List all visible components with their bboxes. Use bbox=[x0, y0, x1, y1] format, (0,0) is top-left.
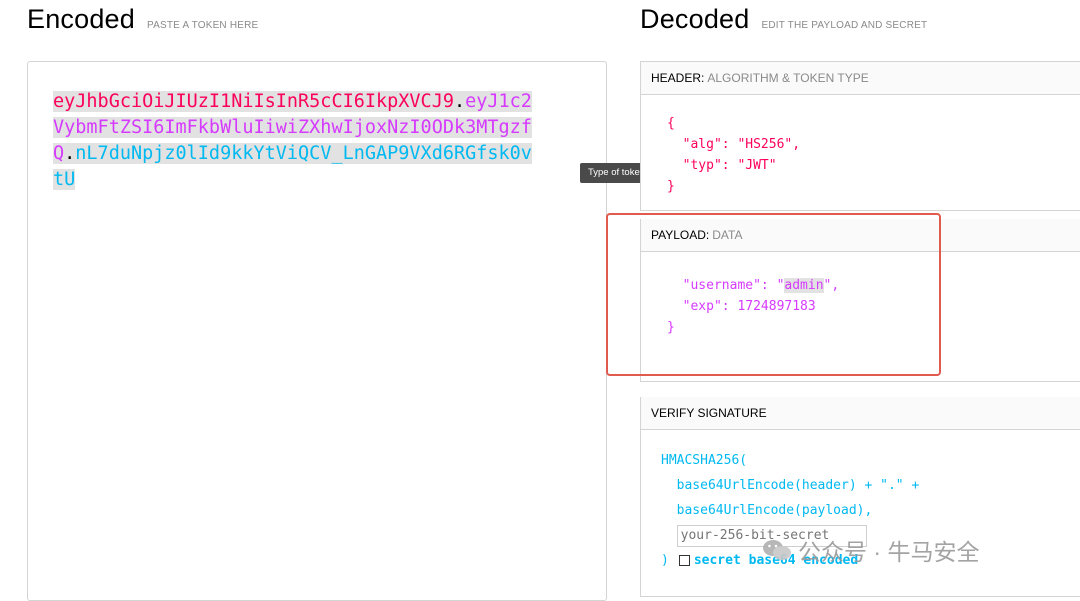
header-json-editor[interactable]: { "alg": "HS256", "typ": "JWT"} bbox=[641, 95, 1080, 197]
verify-signature-section: VERIFY SIGNATURE HMACSHA256( base64UrlEn… bbox=[640, 397, 1080, 597]
encoded-token-editor[interactable]: eyJhbGciOiJIUzI1NiIsInR5cCI6IkpXVCJ9.eyJ… bbox=[27, 61, 607, 601]
exp-line: "exp": 1724897183 bbox=[667, 299, 816, 314]
header-section-title: HEADER: ALGORITHM & TOKEN TYPE bbox=[641, 62, 1080, 95]
token-dot: . bbox=[64, 143, 76, 164]
payload-json-editor[interactable]: "username": "admin", "exp": 1724897183} bbox=[641, 252, 1080, 338]
payload-label: PAYLOAD: bbox=[651, 228, 710, 242]
alg-line: "alg": "HS256", bbox=[667, 137, 801, 152]
header-label: HEADER: bbox=[651, 71, 705, 85]
decoded-title-group: Decoded EDIT THE PAYLOAD AND SECRET bbox=[640, 4, 927, 35]
json-brace: } bbox=[667, 320, 675, 335]
secret-base64-checkbox[interactable] bbox=[678, 555, 690, 566]
hmac-line: HMACSHA256( bbox=[661, 453, 748, 468]
decoded-panel: HEADER: ALGORITHM & TOKEN TYPE { "alg": "… bbox=[640, 61, 1080, 601]
header-section: HEADER: ALGORITHM & TOKEN TYPE { "alg": "… bbox=[640, 61, 1080, 211]
payload-section: PAYLOAD: DATA "username": "admin", "exp":… bbox=[640, 219, 1080, 382]
json-brace: } bbox=[667, 179, 675, 194]
username-end: ", bbox=[823, 278, 840, 293]
wechat-icon bbox=[763, 540, 791, 560]
payload-encode-line: base64UrlEncode(payload), bbox=[661, 503, 873, 518]
encoded-subtitle: PASTE A TOKEN HERE bbox=[147, 20, 259, 31]
decoded-title: Decoded bbox=[640, 4, 750, 34]
encoded-title-group: Encoded PASTE A TOKEN HERE bbox=[27, 4, 258, 35]
username-key: "username": " bbox=[667, 278, 785, 293]
token-signature-part: nL7duNpjz0lId9kkYtViQCV_LnGAP9VXd6RGfsk0… bbox=[53, 143, 532, 190]
watermark: 公众号 · 牛马安全 bbox=[762, 533, 979, 567]
payload-section-title: PAYLOAD: DATA bbox=[641, 219, 1080, 252]
token-dot: . bbox=[453, 91, 466, 112]
verify-section-title: VERIFY SIGNATURE bbox=[641, 397, 1080, 430]
username-value: admin bbox=[784, 278, 824, 293]
watermark-text: 公众号 · 牛马安全 bbox=[798, 539, 980, 565]
token-header-part: eyJhbGciOiJIUzI1NiIsInR5cCI6IkpXVCJ9 bbox=[53, 91, 454, 112]
decoded-subtitle: EDIT THE PAYLOAD AND SECRET bbox=[761, 20, 928, 31]
payload-sublabel: DATA bbox=[712, 228, 743, 242]
close-paren: ) bbox=[661, 553, 669, 568]
username-line: "username": "admin", bbox=[667, 275, 1080, 296]
header-sublabel: ALGORITHM & TOKEN TYPE bbox=[707, 71, 869, 85]
typ-line: "typ": "JWT" bbox=[667, 158, 777, 173]
header-encode-line: base64UrlEncode(header) + "." + bbox=[661, 478, 920, 493]
token-text[interactable]: eyJhbGciOiJIUzI1NiIsInR5cCI6IkpXVCJ9.eyJ… bbox=[53, 89, 538, 193]
json-brace: { bbox=[667, 116, 675, 131]
encoded-title: Encoded bbox=[27, 4, 135, 34]
